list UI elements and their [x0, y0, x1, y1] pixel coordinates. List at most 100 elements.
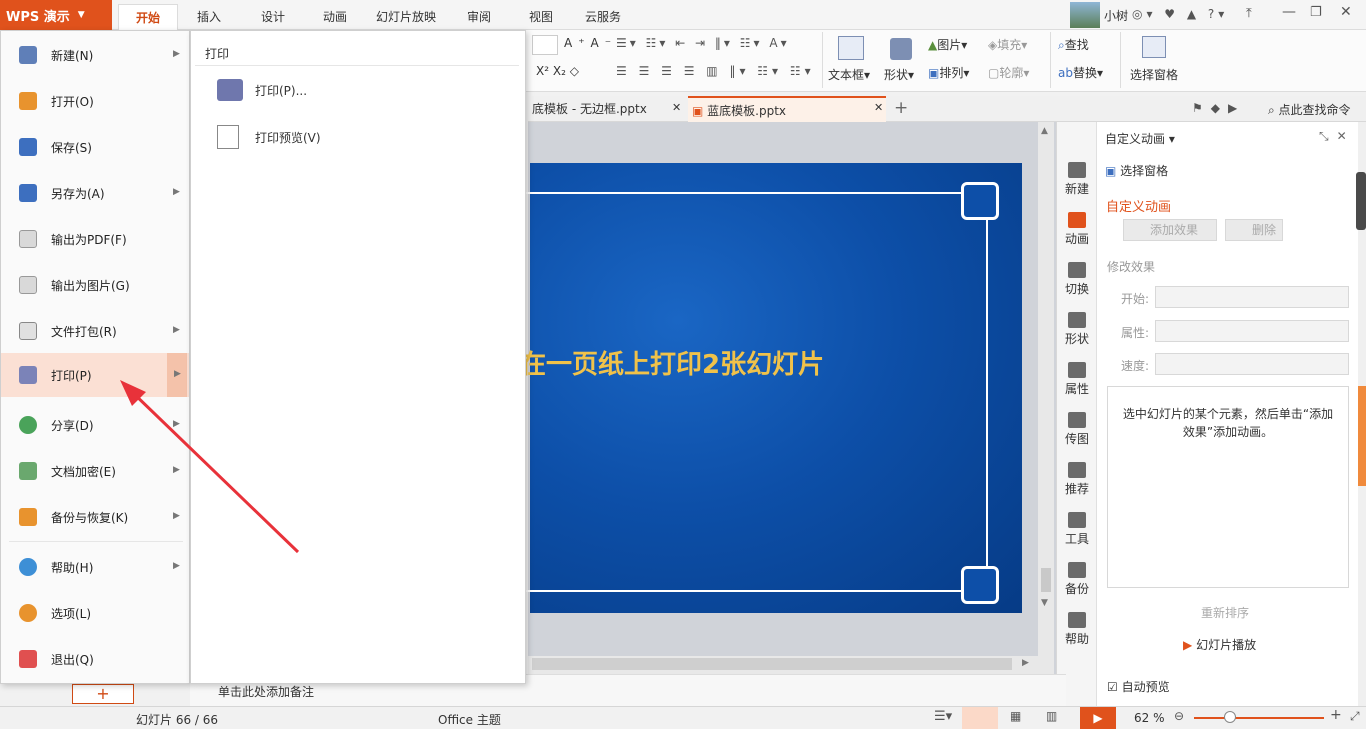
menu-save[interactable]: 保存(S): [1, 125, 189, 169]
zoom-slider[interactable]: [1194, 717, 1324, 719]
textbox-icon[interactable]: [838, 36, 864, 60]
side-tab-tools[interactable]: 工具: [1057, 512, 1097, 547]
play-icon[interactable]: ▶: [1080, 707, 1116, 729]
upload-icon[interactable]: ⤒: [1246, 6, 1252, 21]
side-tab-transition[interactable]: 切换: [1057, 262, 1097, 297]
horizontal-scrollbar[interactable]: ▶: [528, 656, 1038, 674]
select-pane-button[interactable]: 选择窗格: [1130, 66, 1178, 83]
tab-design[interactable]: 设计: [250, 4, 296, 30]
tab-view[interactable]: 视图: [518, 4, 564, 30]
scroll-up-icon[interactable]: ▲: [1041, 126, 1048, 136]
textbox-button[interactable]: 文本框▾: [828, 66, 870, 83]
notes-toggle-icon[interactable]: ☰▾: [934, 709, 952, 724]
tab-cloud[interactable]: 云服务: [578, 4, 628, 30]
side-tab-upload[interactable]: 传图: [1057, 412, 1097, 447]
fill-button[interactable]: ◈填充▾: [988, 36, 1027, 53]
arrange-button[interactable]: ▣排列▾: [928, 64, 969, 81]
menu-backup[interactable]: 备份与恢复(K) ▶: [1, 495, 189, 539]
tab-home[interactable]: 开始: [118, 4, 178, 30]
print-item[interactable]: 打印(P)...: [217, 79, 307, 101]
menu-share[interactable]: 分享(D) ▶: [1, 403, 189, 447]
panel-window-icons[interactable]: ⤡✕: [1319, 129, 1355, 144]
tab-tool-icons[interactable]: ⚑◆▶: [1192, 101, 1245, 115]
tab-insert[interactable]: 插入: [186, 4, 232, 30]
paragraph-icons[interactable]: ☰▾ ☷▾ ⇤ ⇥ ‖▾ ☷▾ A▾: [616, 36, 790, 50]
outline-button[interactable]: ▢轮廓▾: [988, 64, 1029, 81]
side-tab-backup[interactable]: 备份: [1057, 562, 1097, 597]
menu-export-image[interactable]: 输出为图片(G): [1, 263, 189, 307]
select-pane-link[interactable]: ▣ 选择窗格: [1105, 162, 1168, 179]
menu-open[interactable]: 打开(O): [1, 79, 189, 123]
close-icon[interactable]: ✕: [1340, 4, 1352, 20]
auto-preview-checkbox[interactable]: ☑ 自动预览: [1107, 678, 1170, 695]
select-pane-icon[interactable]: [1142, 36, 1166, 58]
doc-tab-1[interactable]: 底模板 - 无边框.pptx: [528, 96, 684, 122]
sorter-view-icon[interactable]: ▦: [1010, 709, 1021, 723]
fit-window-icon[interactable]: ⤢: [1350, 709, 1360, 724]
zoom-level[interactable]: 62 %: [1134, 711, 1165, 725]
reading-view-icon[interactable]: ▥: [1046, 709, 1057, 723]
replace-button[interactable]: ab替换▾: [1058, 64, 1103, 81]
tab-animation[interactable]: 动画: [312, 4, 358, 30]
add-slide-button[interactable]: +: [72, 684, 134, 704]
menu-new[interactable]: 新建(N) ▶: [1, 33, 189, 77]
command-search[interactable]: ⌕ 点此查找命令: [1268, 101, 1351, 118]
side-tab-new[interactable]: 新建: [1057, 162, 1097, 197]
minimize-icon[interactable]: —: [1282, 4, 1296, 20]
superscript-icon[interactable]: X² X₂ ◇: [536, 64, 579, 78]
speed-label: 速度:: [1121, 359, 1150, 373]
zoom-in-icon[interactable]: +: [1330, 707, 1342, 723]
speed-select[interactable]: [1155, 353, 1349, 375]
align-icons[interactable]: ☰ ☰ ☰ ☰ ▥ ‖▾ ☷▾ ☷▾: [616, 64, 815, 78]
menu-exit[interactable]: 退出(Q): [1, 637, 189, 681]
side-tab-shape[interactable]: 形状: [1057, 312, 1097, 347]
side-tab-property[interactable]: 属性: [1057, 362, 1097, 397]
menu-options[interactable]: 选项(L): [1, 591, 189, 635]
zoom-thumb[interactable]: [1224, 711, 1236, 723]
property-select[interactable]: [1155, 320, 1349, 342]
slide-title[interactable]: 在一页纸上打印2张幻灯片: [520, 344, 940, 381]
close-tab-icon[interactable]: ✕: [672, 101, 681, 114]
animation-list[interactable]: 选中幻灯片的某个元素，然后单击“添加效果”添加动画。: [1107, 386, 1349, 588]
scroll-thumb[interactable]: [1041, 568, 1051, 592]
shape-icon[interactable]: [890, 38, 912, 60]
side-tab-recommend[interactable]: 推荐: [1057, 462, 1097, 497]
panel-collapse-tab[interactable]: [1358, 386, 1366, 486]
side-handle[interactable]: [1356, 172, 1366, 230]
add-effect-button[interactable]: 添加效果: [1123, 219, 1217, 241]
scroll-down-icon[interactable]: ▼: [1041, 598, 1048, 608]
menu-print[interactable]: 打印(P) ▶: [1, 353, 189, 397]
find-button[interactable]: ⌕查找: [1058, 36, 1089, 53]
normal-view-button[interactable]: [962, 707, 998, 729]
menu-help[interactable]: 帮助(H) ▶: [1, 545, 189, 589]
side-tab-animation[interactable]: 动画: [1057, 212, 1097, 247]
menu-encrypt[interactable]: 文档加密(E) ▶: [1, 449, 189, 493]
font-size-box[interactable]: [532, 35, 558, 55]
zoom-out-icon[interactable]: ⊖: [1174, 709, 1184, 723]
picture-button[interactable]: ▲图片▾: [928, 36, 967, 53]
tab-review[interactable]: 审阅: [456, 4, 502, 30]
doc-tab-2[interactable]: ▣ 蓝底模板.pptx: [688, 96, 886, 122]
user-name[interactable]: 小树: [1104, 7, 1128, 24]
toolbar-icons[interactable]: ◎▾ ♥ ▲ ?▾: [1132, 7, 1228, 21]
menu-save-as[interactable]: 另存为(A) ▶: [1, 171, 189, 215]
scroll-right-icon[interactable]: ▶: [1022, 658, 1029, 668]
wps-menu-button[interactable]: WPS 演示 ▼: [0, 0, 112, 30]
tab-slideshow[interactable]: 幻灯片放映: [372, 4, 440, 30]
hscroll-thumb[interactable]: [532, 658, 1012, 670]
delete-button[interactable]: 删除: [1225, 219, 1283, 241]
restore-icon[interactable]: ❐: [1310, 5, 1322, 20]
shape-button[interactable]: 形状▾: [884, 66, 914, 83]
avatar[interactable]: [1070, 2, 1100, 28]
vertical-scrollbar[interactable]: ▲ ▼: [1038, 122, 1054, 674]
menu-export-pdf[interactable]: 输出为PDF(F): [1, 217, 189, 261]
new-tab-icon[interactable]: +: [894, 98, 908, 118]
close-tab-icon[interactable]: ✕: [874, 101, 883, 114]
side-tab-help[interactable]: 帮助: [1057, 612, 1097, 647]
panel-header[interactable]: 自定义动画 ▾: [1105, 130, 1175, 147]
start-select[interactable]: [1155, 286, 1349, 308]
play-slide-button[interactable]: ▶ 幻灯片播放: [1183, 636, 1256, 653]
font-grow-icons[interactable]: A⁺A⁻: [564, 36, 617, 50]
print-preview-item[interactable]: 打印预览(V): [217, 125, 321, 149]
menu-package[interactable]: 文件打包(R) ▶: [1, 309, 189, 353]
